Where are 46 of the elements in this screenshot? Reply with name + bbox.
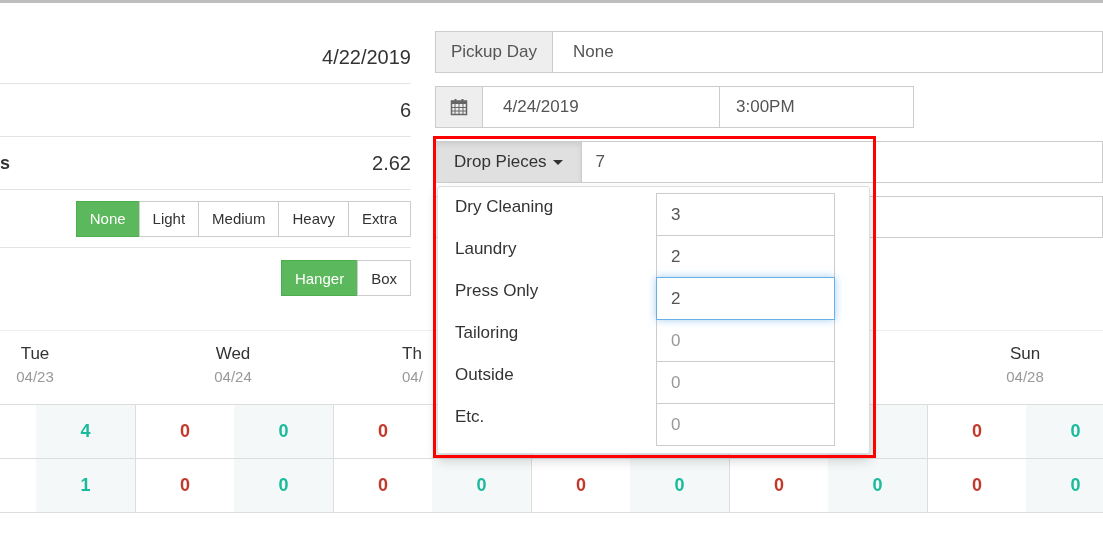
day-date: 04/23 xyxy=(16,368,54,385)
piece-type-label: Etc. xyxy=(454,406,486,428)
field-label: s xyxy=(0,152,10,174)
table-cell: 0 xyxy=(1026,459,1103,512)
field-value: 6 xyxy=(399,98,411,122)
piece-count-field[interactable]: 2 xyxy=(656,235,835,278)
day-date: 04/28 xyxy=(1006,368,1044,385)
table-cell: 0 xyxy=(1026,405,1103,458)
piece-type-label: Outside xyxy=(454,364,515,386)
table-cell: 4 xyxy=(36,405,135,458)
starch-option[interactable]: Heavy xyxy=(278,200,349,237)
table-cell: 0 xyxy=(234,459,333,512)
piece-type-label: Press Only xyxy=(454,280,540,302)
date-field[interactable]: 4/24/2019 xyxy=(482,86,720,128)
drop-pieces-dropdown[interactable]: Drop Pieces xyxy=(435,141,582,183)
day-name: Sun xyxy=(1009,344,1041,364)
piece-type-label: Tailoring xyxy=(454,322,520,344)
day-name: Wed xyxy=(215,344,251,364)
piece-type-label: Laundry xyxy=(454,238,518,260)
starch-option[interactable]: Extra xyxy=(348,200,411,237)
starch-option[interactable]: Light xyxy=(138,200,200,237)
table-cell: 0 xyxy=(234,405,333,458)
piece-count-field[interactable]: 3 xyxy=(656,193,835,236)
day-name: Tue xyxy=(20,344,50,364)
calendar-icon[interactable] xyxy=(435,86,483,128)
caret-icon xyxy=(552,159,563,165)
field-value: 4/22/2019 xyxy=(322,45,411,69)
table-cell: 0 xyxy=(432,459,531,512)
day-date: 04/ xyxy=(402,368,423,385)
packaging-option[interactable]: Box xyxy=(357,260,411,296)
piece-count-field[interactable]: 0 xyxy=(656,403,835,446)
piece-type-label: Dry Cleaning xyxy=(454,196,555,218)
table-cell: 0 xyxy=(828,459,927,512)
starch-option[interactable]: Medium xyxy=(198,200,280,237)
table-cell: 1 xyxy=(36,459,135,512)
piece-count-field[interactable]: 0 xyxy=(656,361,835,404)
day-date: 04/24 xyxy=(214,368,252,385)
day-name: Th xyxy=(402,344,422,364)
pickup-day-field[interactable]: None xyxy=(552,31,1103,73)
piece-count-field[interactable]: 0 xyxy=(656,319,835,362)
time-field[interactable]: 3:00PM xyxy=(719,86,914,128)
table-cell: 0 xyxy=(630,459,729,512)
drop-pieces-field[interactable]: 7 xyxy=(580,141,1103,183)
piece-count-field[interactable]: 2 xyxy=(656,277,835,320)
field-value: 2.62 xyxy=(372,151,411,175)
pickup-day-label: Pickup Day xyxy=(435,31,553,73)
